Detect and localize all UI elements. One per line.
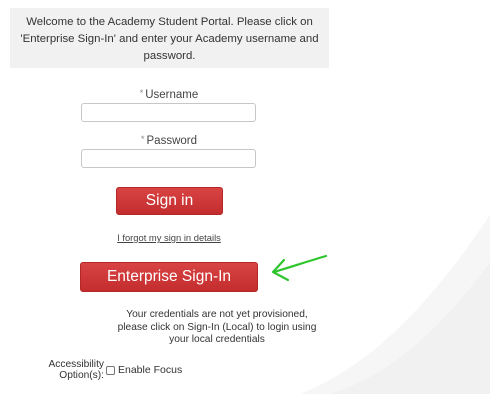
password-label: * Password: [81, 134, 257, 147]
welcome-line-3: password.: [143, 50, 196, 62]
username-label: * Username: [81, 88, 257, 101]
green-arrow-icon: [271, 254, 328, 282]
enterprise-sign-in-button[interactable]: Enterprise Sign-In: [80, 262, 258, 292]
welcome-banner: Welcome to the Academy Student Portal. P…: [10, 8, 329, 68]
accessibility-label: Accessibility Option(s):: [28, 359, 104, 381]
password-label-text: Password: [146, 135, 198, 147]
accessibility-label-line-2: Option(s):: [59, 370, 104, 381]
forgot-sign-in-link[interactable]: I forgot my sign in details: [81, 232, 257, 243]
password-input[interactable]: [81, 149, 256, 168]
username-label-text: Username: [145, 89, 199, 101]
message-line-1: Your credentials are not yet provisioned…: [126, 309, 308, 320]
accessibility-label-line-1: Accessibility: [48, 359, 104, 370]
enable-focus-checkbox[interactable]: [106, 365, 115, 375]
sign-in-button[interactable]: Sign in: [116, 187, 223, 215]
required-marker: *: [139, 88, 144, 98]
welcome-line-2: 'Enterprise Sign-In' and enter your Acad…: [20, 33, 319, 45]
message-line-2: please click on Sign-In (Local) to login…: [117, 321, 317, 333]
required-marker: *: [140, 134, 145, 144]
enable-focus-toggle[interactable]: Enable Focus: [106, 363, 182, 377]
credentials-message: Your credentials are not yet provisioned…: [104, 309, 330, 347]
welcome-line-1: Welcome to the Academy Student Portal. P…: [26, 16, 313, 28]
enable-focus-label: Enable Focus: [118, 364, 183, 376]
message-line-3: your local credentials: [169, 334, 265, 345]
username-input[interactable]: [81, 103, 256, 122]
